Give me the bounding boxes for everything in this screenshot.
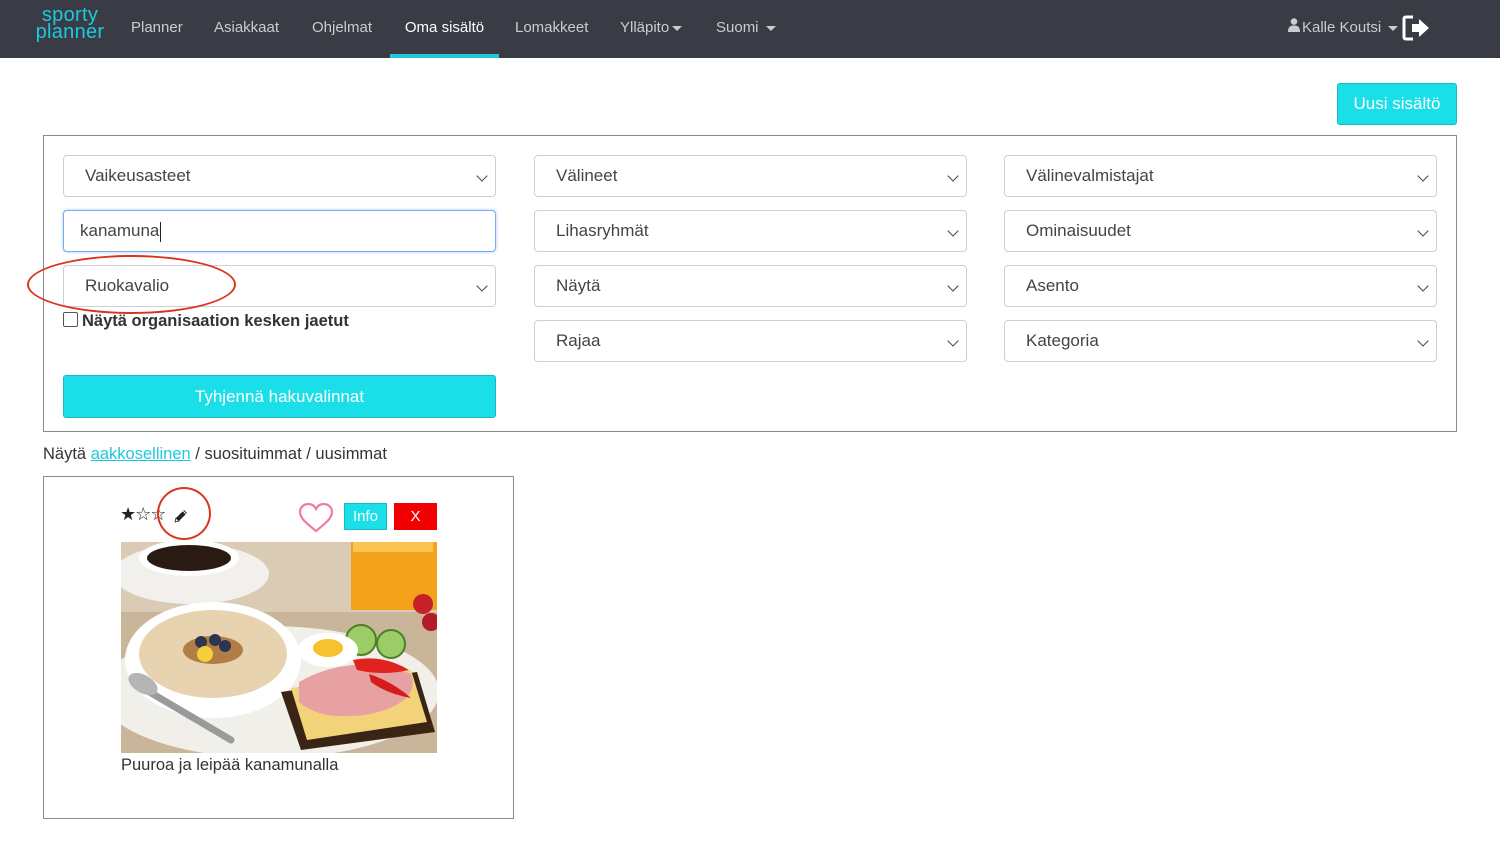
search-input-value: kanamuna (80, 221, 160, 240)
sort-newest-link[interactable]: uusimmat (315, 445, 387, 463)
heart-icon[interactable] (298, 502, 334, 539)
sort-separator: / (190, 445, 205, 463)
active-tab-indicator (390, 54, 499, 58)
chevron-down-icon (1417, 225, 1429, 237)
caret-down-icon (765, 25, 776, 31)
muscle-groups-select[interactable]: Lihasryhmät (534, 210, 967, 252)
nav-language-dropdown[interactable]: Suomi (716, 0, 776, 58)
card-title[interactable]: Puuroa ja leipää kanamunalla (121, 756, 338, 775)
chevron-down-icon (476, 170, 488, 182)
caret-down-icon (1388, 25, 1399, 31)
position-select-value: Asento (1026, 276, 1079, 295)
limit-select-value: Rajaa (556, 331, 601, 350)
info-button[interactable]: Info (344, 503, 387, 530)
chevron-down-icon (1417, 280, 1429, 292)
sort-separator: / (301, 445, 316, 463)
sportyplanner-logo[interactable]: sporty planner (30, 5, 110, 43)
category-select[interactable]: Kategoria (1004, 320, 1437, 362)
nav-language-label: Suomi (716, 19, 759, 36)
nav-asiakkaat-label: Asiakkaat (214, 19, 280, 36)
user-icon (1288, 0, 1300, 56)
card-image[interactable] (99, 540, 440, 758)
properties-select-value: Ominaisuudet (1026, 221, 1131, 240)
nav-oma-sisalto[interactable]: Oma sisältö (390, 0, 499, 58)
manufacturers-select[interactable]: Välinevalmistajat (1004, 155, 1437, 197)
new-content-button[interactable]: Uusi sisältö (1337, 83, 1457, 125)
nav-planner-label: Planner (131, 19, 183, 36)
nav-lomakkeet-label: Lomakkeet (515, 19, 589, 36)
show-select-value: Näytä (556, 276, 601, 295)
chevron-down-icon (476, 280, 488, 292)
clear-filters-button[interactable]: Tyhjennä hakuvalinnat (63, 375, 496, 418)
delete-button[interactable]: X (394, 503, 437, 530)
chevron-down-icon (947, 335, 959, 347)
annotation-highlight-ellipse (27, 255, 236, 314)
sign-out-icon[interactable] (1402, 15, 1430, 46)
difficulty-select[interactable]: Vaikeusasteet (63, 155, 496, 197)
caret-down-icon (672, 25, 683, 31)
nav-lomakkeet[interactable]: Lomakkeet (515, 0, 588, 58)
show-select[interactable]: Näytä (534, 265, 967, 307)
nav-ohjelmat-label: Ohjelmat (312, 19, 373, 36)
difficulty-select-value: Vaikeusasteet (85, 166, 191, 185)
chevron-down-icon (1417, 170, 1429, 182)
nav-yllapito-label: Ylläpito (620, 19, 670, 36)
chevron-down-icon (947, 170, 959, 182)
sort-popular-link[interactable]: suosituimmat (204, 445, 301, 463)
logo-line-2: planner (35, 21, 105, 43)
chevron-down-icon (947, 280, 959, 292)
sort-prefix: Näytä (43, 445, 87, 463)
chevron-down-icon (947, 225, 959, 237)
user-name: Kalle Koutsi (1302, 19, 1382, 36)
top-navbar: sporty planner Planner Asiakkaat Ohjelma… (0, 0, 1500, 58)
org-shared-label: Näytä organisaation kesken jaetut (82, 312, 349, 330)
equipment-select-value: Välineet (556, 166, 618, 185)
sort-alphabetical-link[interactable]: aakkosellinen (91, 445, 191, 463)
user-menu[interactable]: Kalle Koutsi (1288, 0, 1399, 58)
sort-options: Näytä aakkosellinen / suosituimmat / uus… (43, 445, 387, 464)
properties-select[interactable]: Ominaisuudet (1004, 210, 1437, 252)
manufacturers-select-value: Välinevalmistajat (1026, 166, 1154, 185)
nav-ohjelmat[interactable]: Ohjelmat (312, 0, 372, 58)
nav-oma-sisalto-label: Oma sisältö (404, 19, 485, 36)
equipment-select[interactable]: Välineet (534, 155, 967, 197)
org-shared-checkbox[interactable] (63, 312, 78, 327)
category-select-value: Kategoria (1026, 331, 1099, 350)
org-shared-filter[interactable]: Näytä organisaation kesken jaetut (63, 312, 349, 331)
nav-yllapito-dropdown[interactable]: Ylläpito (620, 0, 683, 58)
muscle-groups-select-value: Lihasryhmät (556, 221, 649, 240)
annotation-highlight-circle (157, 487, 211, 540)
nav-asiakkaat[interactable]: Asiakkaat (214, 0, 279, 58)
position-select[interactable]: Asento (1004, 265, 1437, 307)
text-cursor (160, 221, 162, 242)
nav-planner[interactable]: Planner (131, 0, 183, 58)
search-input[interactable]: kanamuna (63, 210, 496, 252)
limit-select[interactable]: Rajaa (534, 320, 967, 362)
chevron-down-icon (1417, 335, 1429, 347)
